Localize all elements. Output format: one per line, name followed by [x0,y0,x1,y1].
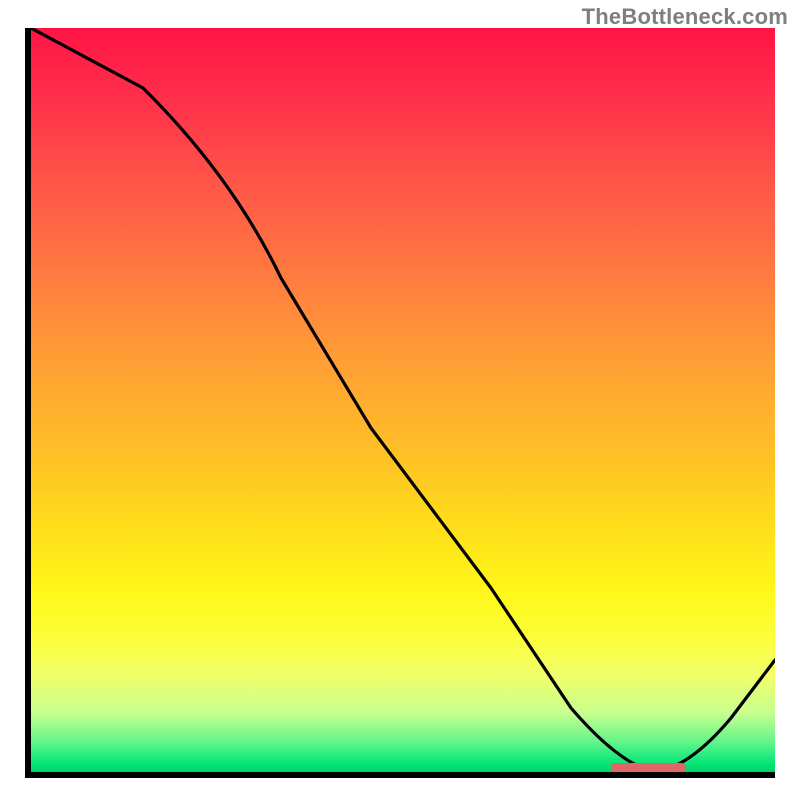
plot-area [25,28,775,778]
curve-overlay [31,28,775,772]
watermark-text: TheBottleneck.com [582,4,788,30]
bottleneck-curve [31,28,775,772]
optimal-marker [611,763,686,772]
chart-container: TheBottleneck.com [0,0,800,800]
